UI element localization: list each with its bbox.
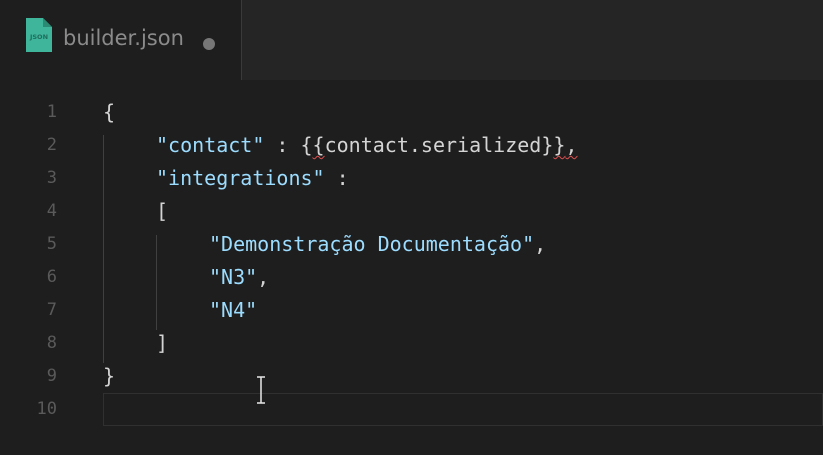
json-punctuation: contact.serialized}: [324, 133, 554, 157]
code-text: {: [103, 100, 115, 124]
code-line[interactable]: 8]: [0, 327, 823, 360]
json-string: "N3": [209, 265, 258, 289]
tab-filename: builder.json: [63, 26, 184, 50]
code-line[interactable]: 1{: [0, 96, 823, 129]
line-number: 4: [46, 201, 57, 221]
code-line[interactable]: 3 "integrations" :: [0, 162, 823, 195]
code-text: "contact" : {{contact.serialized}},: [156, 133, 577, 157]
line-number: 7: [46, 300, 57, 320]
code-line[interactable]: 9}: [0, 360, 823, 393]
line-number: 10: [36, 399, 57, 419]
code-area[interactable]: 1{2 "contact" : {{contact.serialized}}, 3 "…: [0, 80, 823, 455]
code-text: ]: [156, 331, 168, 355]
code-text: "N4": [209, 298, 257, 322]
line-number: 3: [46, 168, 57, 188]
text-cursor-icon: [257, 376, 265, 404]
json-punctuation: [: [156, 199, 169, 223]
json-key: "integrations": [156, 166, 325, 190]
json-file-icon: JSON: [26, 18, 52, 52]
tab-builder-json[interactable]: JSON builder.json: [0, 0, 242, 80]
code-line[interactable]: 4[: [0, 195, 823, 228]
code-line[interactable]: 7 "N4": [0, 294, 823, 327]
code-editor: JSON builder.json 1{2 "contact" : {{conta…: [0, 0, 823, 455]
tab-bar: JSON builder.json: [0, 0, 823, 81]
code-line[interactable]: 2 "contact" : {{contact.serialized}},: [0, 129, 823, 162]
unsaved-dot-icon[interactable]: [203, 38, 215, 50]
line-number: 6: [46, 267, 57, 287]
json-punctuation: ,: [257, 265, 270, 289]
code-line[interactable]: 10: [0, 393, 823, 426]
json-string: "N4": [209, 298, 258, 322]
json-punctuation: ,: [534, 232, 547, 256]
json-punctuation: : {: [264, 133, 313, 157]
json-punctuation: }: [103, 364, 116, 388]
code-text: [: [156, 199, 168, 223]
json-string: "Demonstração Documentação": [209, 232, 535, 256]
json-punctuation: :: [324, 166, 349, 190]
svg-text:JSON: JSON: [29, 33, 48, 41]
json-punctuation: ,: [565, 133, 578, 157]
line-number: 9: [46, 366, 57, 386]
code-line[interactable]: 6 "N3",: [0, 261, 823, 294]
line-number: 8: [46, 333, 57, 353]
json-punctuation: {: [103, 100, 116, 124]
code-text: "N3",: [209, 265, 269, 289]
code-text: "integrations" :: [156, 166, 349, 190]
line-number: 1: [46, 102, 57, 122]
json-punctuation: {: [312, 133, 325, 157]
line-number: 5: [46, 234, 57, 254]
code-line[interactable]: 5 "Demonstração Documentação",: [0, 228, 823, 261]
json-punctuation: }: [553, 133, 566, 157]
json-punctuation: ]: [156, 331, 169, 355]
line-number: 2: [46, 135, 57, 155]
code-text: "Demonstração Documentação",: [209, 232, 546, 256]
code-text: }: [103, 364, 115, 388]
json-key: "contact": [156, 133, 265, 157]
